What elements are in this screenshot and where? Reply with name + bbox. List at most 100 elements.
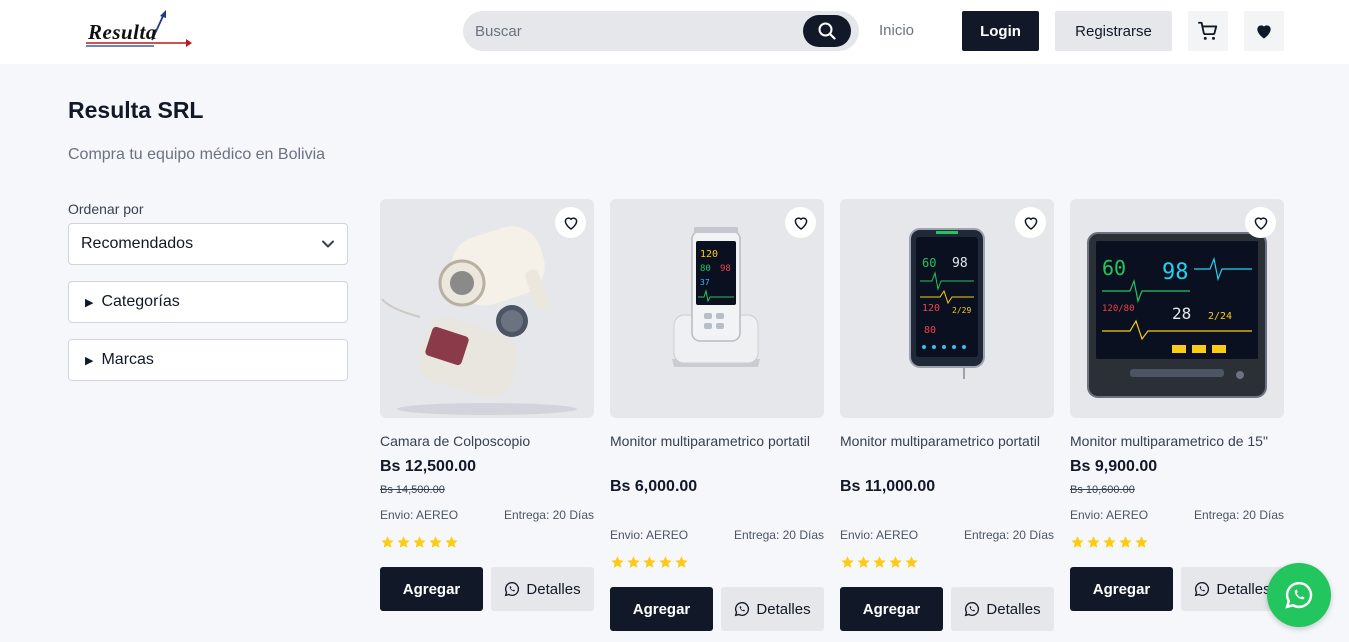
heart-outline-icon: [564, 216, 577, 230]
star-icon: [445, 536, 458, 548]
add-to-cart-button[interactable]: Agregar: [380, 567, 483, 611]
resulta-logo[interactable]: Resulta: [84, 10, 194, 52]
product-image[interactable]: 60 98 120 2/29 80: [840, 199, 1054, 418]
categories-label: Categorías: [101, 293, 180, 310]
details-button[interactable]: Detalles: [491, 567, 594, 611]
page-title: Resulta SRL: [68, 97, 204, 123]
page-subtitle: Compra tu equipo médico en Bolivia: [68, 146, 326, 163]
product-card[interactable]: 120 80 98 37 Monitor multiparametrico po…: [610, 199, 824, 639]
star-icon: [627, 556, 640, 568]
shipping-method: Envio: AEREO: [610, 528, 689, 542]
product-image[interactable]: [380, 199, 594, 418]
search-bar: [463, 11, 859, 51]
product-image[interactable]: 120 80 98 37: [610, 199, 824, 418]
details-button[interactable]: Detalles: [951, 587, 1054, 631]
product-name[interactable]: Camara de Colposcopio: [380, 431, 594, 451]
logo-text: Resulta: [88, 20, 157, 44]
product-old-price: Bs 10,600.00: [1070, 484, 1135, 496]
favorites-button[interactable]: [1244, 11, 1284, 51]
add-to-cart-button[interactable]: Agregar: [610, 587, 713, 631]
nav-inicio-link[interactable]: Inicio: [879, 22, 914, 39]
product-card[interactable]: Camara de Colposcopio Bs 12,500.00 Bs 14…: [380, 199, 594, 619]
whatsapp-icon: [1195, 581, 1210, 597]
heart-outline-icon: [794, 216, 807, 230]
svg-text:80: 80: [924, 325, 936, 336]
sort-select[interactable]: Recomendados: [68, 223, 348, 265]
chevron-down-icon: [322, 240, 334, 248]
add-to-favorites-button[interactable]: [555, 207, 586, 238]
svg-text:120/80: 120/80: [1102, 304, 1135, 314]
star-icon: [611, 556, 624, 568]
rating-stars: [380, 535, 459, 553]
brands-label: Marcas: [101, 351, 154, 368]
star-icon: [381, 536, 394, 548]
product-price: Bs 11,000.00: [840, 478, 936, 495]
add-to-favorites-button[interactable]: [785, 207, 816, 238]
rating-stars: [610, 555, 689, 573]
shipping-method: Envio: AEREO: [380, 508, 459, 522]
svg-text:98: 98: [720, 264, 731, 274]
details-label: Detalles: [986, 600, 1041, 618]
svg-text:98: 98: [952, 256, 968, 271]
categories-accordion[interactable]: ▶ Categorías: [68, 281, 348, 323]
site-header: Resulta Inicio Login Registrarse: [0, 0, 1349, 64]
product-card[interactable]: 60 98 120/80 28 2/24 Monitor multiparame…: [1070, 199, 1284, 619]
whatsapp-icon: [735, 601, 750, 617]
search-input[interactable]: [475, 19, 795, 43]
svg-text:120: 120: [700, 249, 718, 260]
sort-label: Ordenar por: [68, 201, 144, 217]
svg-text:60: 60: [1102, 256, 1126, 280]
product-card[interactable]: 60 98 120 2/29 80 Monitor multiparametri…: [840, 199, 1054, 639]
whatsapp-chat-button[interactable]: [1267, 563, 1331, 627]
login-button[interactable]: Login: [962, 11, 1039, 51]
svg-text:98: 98: [1162, 260, 1189, 285]
brands-accordion[interactable]: ▶ Marcas: [68, 339, 348, 381]
star-icon: [397, 536, 410, 548]
heart-outline-icon: [1254, 216, 1267, 230]
delivery-time: Entrega: 20 Días: [1193, 508, 1284, 522]
whatsapp-icon: [965, 601, 980, 617]
add-to-favorites-button[interactable]: [1015, 207, 1046, 238]
star-icon: [1071, 536, 1084, 548]
search-button[interactable]: [803, 15, 851, 47]
sort-select-value: Recomendados: [81, 235, 194, 252]
svg-text:2/24: 2/24: [1208, 311, 1232, 322]
whatsapp-icon: [505, 581, 520, 597]
svg-text:37: 37: [700, 278, 710, 287]
star-icon: [1135, 536, 1148, 548]
rating-stars: [1070, 535, 1149, 553]
triangle-right-icon: ▶: [85, 296, 94, 309]
cart-button[interactable]: [1188, 11, 1228, 51]
details-button[interactable]: Detalles: [721, 587, 824, 631]
add-to-cart-button[interactable]: Agregar: [1070, 567, 1173, 611]
delivery-time: Entrega: 20 Días: [963, 528, 1054, 542]
product-name[interactable]: Monitor multiparametrico portatil: [840, 431, 1054, 451]
svg-text:80: 80: [700, 264, 711, 274]
product-old-price: Bs 14,500.00: [380, 484, 445, 496]
add-to-favorites-button[interactable]: [1245, 207, 1276, 238]
register-button[interactable]: Registrarse: [1055, 11, 1172, 51]
details-label: Detalles: [756, 600, 811, 618]
star-icon: [905, 556, 918, 568]
shipping-method: Envio: AEREO: [840, 528, 919, 542]
star-icon: [857, 556, 870, 568]
heart-outline-icon: [1024, 216, 1037, 230]
whatsapp-icon: [1285, 581, 1313, 609]
cart-icon: [1197, 21, 1218, 40]
product-image[interactable]: 60 98 120/80 28 2/24: [1070, 199, 1284, 418]
star-icon: [643, 556, 656, 568]
details-label: Detalles: [526, 580, 581, 598]
rating-stars: [840, 555, 919, 573]
product-name[interactable]: Monitor multiparametrico de 15": [1070, 431, 1284, 451]
star-icon: [873, 556, 886, 568]
triangle-right-icon: ▶: [85, 354, 94, 367]
add-to-cart-button[interactable]: Agregar: [840, 587, 943, 631]
star-icon: [1119, 536, 1132, 548]
svg-text:60: 60: [922, 256, 936, 270]
product-name[interactable]: Monitor multiparametrico portatil: [610, 431, 824, 451]
star-icon: [429, 536, 442, 548]
star-icon: [1103, 536, 1116, 548]
search-icon: [818, 22, 836, 40]
heart-icon: [1257, 25, 1271, 39]
delivery-time: Entrega: 20 Días: [733, 528, 824, 542]
